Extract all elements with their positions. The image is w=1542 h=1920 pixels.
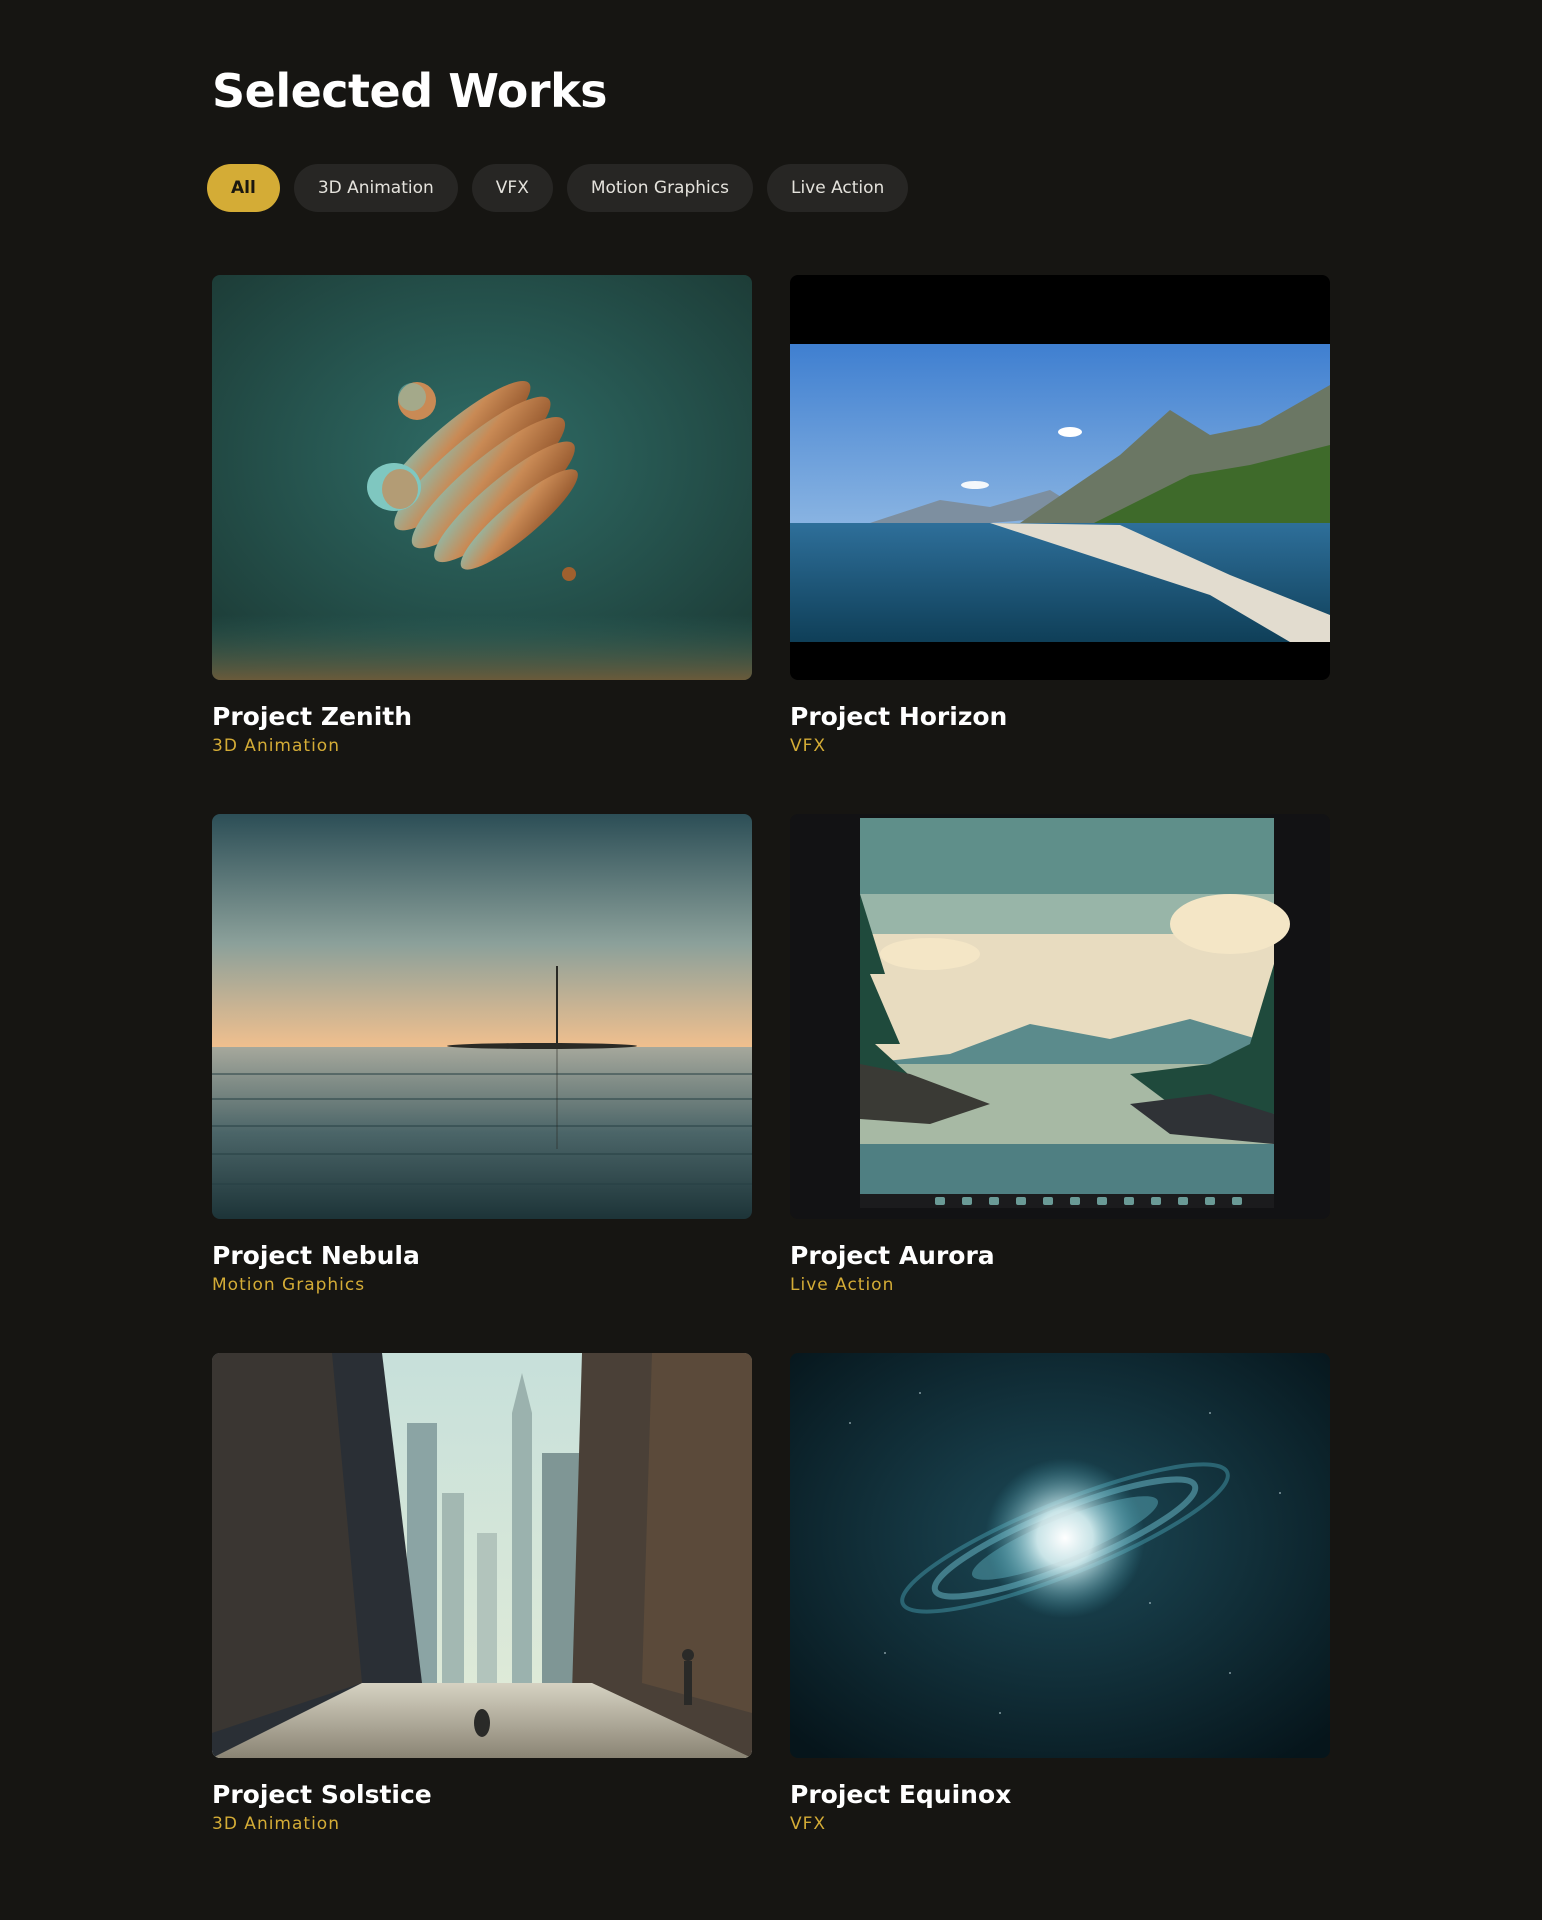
project-thumbnail[interactable] <box>790 814 1330 1219</box>
lake-forest-image <box>790 814 1330 1219</box>
project-thumbnail[interactable] <box>212 814 752 1219</box>
filter-3d-animation[interactable]: 3D Animation <box>293 164 458 212</box>
project-thumbnail[interactable] <box>212 275 752 680</box>
project-category: Live Action <box>790 1275 895 1295</box>
sea-horizon-image <box>212 814 752 1219</box>
project-title[interactable]: Project Solstice <box>212 1780 752 1810</box>
galaxy-image <box>790 1353 1330 1758</box>
page-title: Selected Works <box>212 64 608 118</box>
project-thumbnail[interactable] <box>790 275 1330 680</box>
filter-motion-graphics[interactable]: Motion Graphics <box>566 164 753 212</box>
project-category: 3D Animation <box>212 1814 340 1834</box>
project-card[interactable]: Project Equinox VFX <box>790 1353 1330 1834</box>
city-street-image <box>212 1353 752 1758</box>
filter-all[interactable]: All <box>207 164 280 212</box>
filter-bar: All 3D Animation VFX Motion Graphics Liv… <box>207 164 909 212</box>
project-title[interactable]: Project Nebula <box>212 1241 752 1271</box>
project-title[interactable]: Project Zenith <box>212 702 752 732</box>
project-card[interactable]: Project Solstice 3D Animation <box>212 1353 752 1834</box>
coastline-image <box>790 275 1330 680</box>
project-card[interactable]: Project Zenith 3D Animation <box>212 275 752 756</box>
project-thumbnail[interactable] <box>212 1353 752 1758</box>
project-title[interactable]: Project Horizon <box>790 702 1330 732</box>
project-card[interactable]: Project Horizon VFX <box>790 275 1330 756</box>
project-category: VFX <box>790 1814 827 1834</box>
project-title[interactable]: Project Aurora <box>790 1241 1330 1271</box>
project-card[interactable]: Project Nebula Motion Graphics <box>212 814 752 1295</box>
project-card[interactable]: Project Aurora Live Action <box>790 814 1330 1295</box>
filter-live-action[interactable]: Live Action <box>766 164 909 212</box>
project-category: Motion Graphics <box>212 1275 366 1295</box>
project-title[interactable]: Project Equinox <box>790 1780 1330 1810</box>
project-category: 3D Animation <box>212 736 340 756</box>
abstract-sculpture-image <box>212 275 752 680</box>
project-thumbnail[interactable] <box>790 1353 1330 1758</box>
filter-vfx[interactable]: VFX <box>471 164 553 212</box>
project-category: VFX <box>790 736 827 756</box>
